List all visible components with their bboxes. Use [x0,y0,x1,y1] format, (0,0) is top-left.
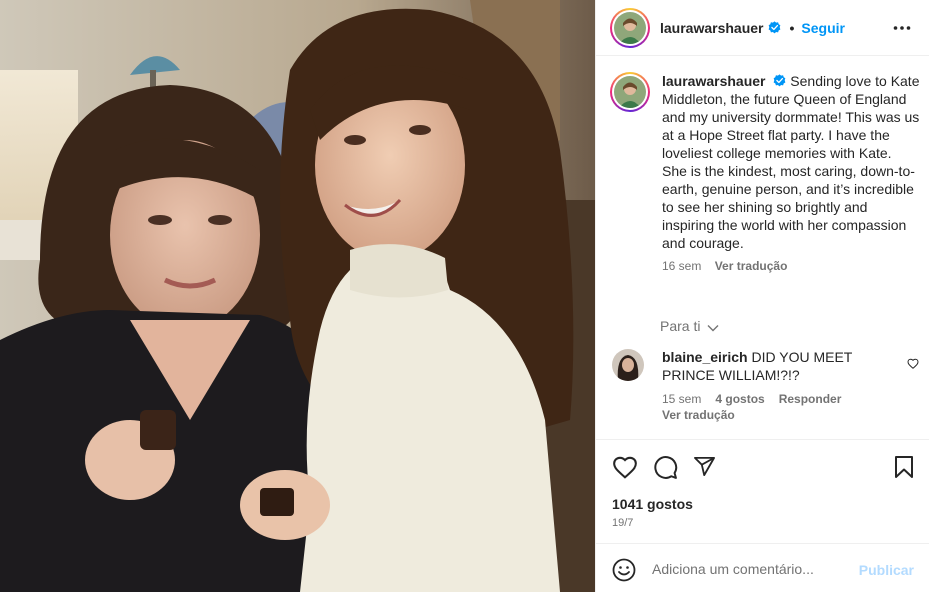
caption-username[interactable]: laurawarshauer [662,73,766,89]
heart-icon[interactable] [612,455,638,479]
more-horizontal-icon[interactable] [893,20,911,36]
avatar-photo-icon [614,76,646,108]
comment-meta: 15 sem 4 gostos Responder Ver tradução [662,391,922,423]
comment-likes-link[interactable]: 4 gostos [715,392,764,406]
caption-text-block: laurawarshauer Sending love to Kate Midd… [662,72,920,252]
commenter-avatar[interactable] [612,349,644,381]
author-username[interactable]: laurawarshauer [660,20,764,36]
avatar-photo-icon [614,11,646,44]
verified-badge-icon [768,21,780,34]
post-header: laurawarshauer • Seguir [596,0,929,56]
post-photo[interactable] [0,0,595,592]
follow-button[interactable]: Seguir [801,20,845,36]
post-side-panel: laurawarshauer • Seguir laurawarshauer S… [595,0,929,592]
header-separator: • [789,19,795,36]
caption-time: 16 sem [662,259,702,273]
comment-time: 15 sem [662,392,702,406]
likes-count[interactable]: 1041 gostos [612,496,693,512]
avatar-photo-icon [612,349,644,381]
comment-translate-link[interactable]: Ver tradução [662,408,735,422]
add-comment-bar: Publicar [596,543,929,592]
comment-input[interactable] [652,557,852,581]
post-date: 19/7 [612,517,634,529]
comment-filter-label: Para ti [660,318,701,334]
comment-filter-dropdown[interactable]: Para ti [660,318,719,334]
comment-icon[interactable] [653,455,678,480]
comment-text-block: blaine_eirich DID YOU MEET PRINCE WILLIA… [662,348,880,384]
post-photo-image [0,0,595,592]
comment-item: blaine_eirich DID YOU MEET PRINCE WILLIA… [612,348,922,423]
post-actions: 1041 gostos 19/7 [596,439,929,543]
verified-badge-icon [774,74,786,87]
comment-heart-icon[interactable] [907,358,919,369]
share-icon[interactable] [693,455,716,478]
caption-translate-link[interactable]: Ver tradução [715,259,788,273]
publish-button[interactable]: Publicar [859,562,914,578]
post-caption: laurawarshauer Sending love to Kate Midd… [610,72,920,273]
commenter-username[interactable]: blaine_eirich [662,349,748,365]
caption-avatar[interactable] [610,72,650,112]
chevron-down-icon [707,325,719,332]
save-bookmark-icon[interactable] [894,455,914,479]
caption-text: Sending love to Kate Middleton, the futu… [662,73,920,251]
caption-meta: 16 sem Ver tradução [662,259,920,273]
comment-reply-button[interactable]: Responder [779,392,842,406]
author-avatar[interactable] [610,7,650,48]
emoji-icon[interactable] [612,558,636,582]
